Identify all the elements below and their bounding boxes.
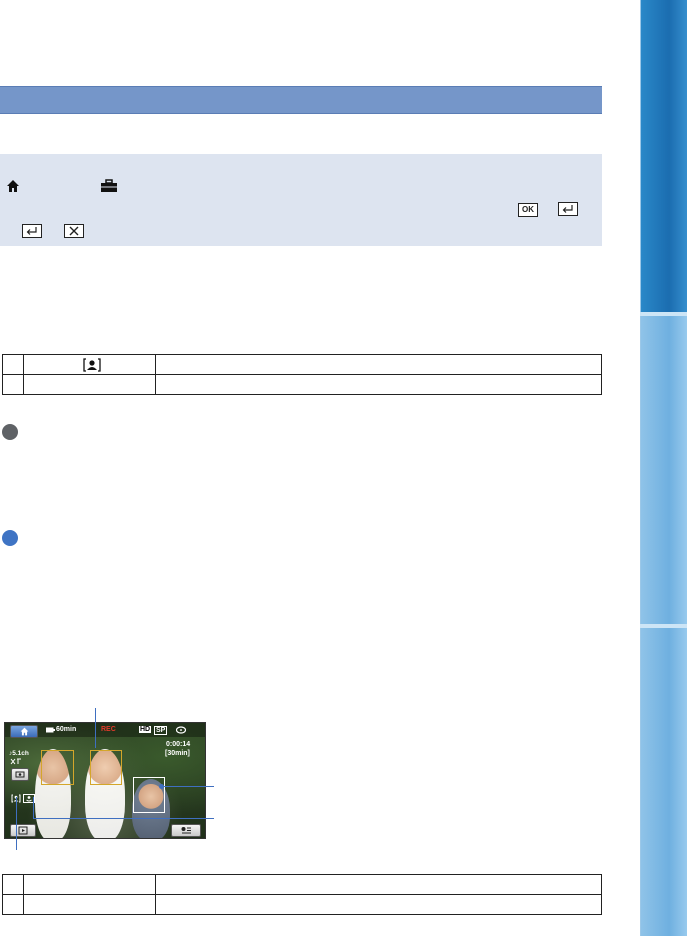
mic-icon — [10, 758, 21, 765]
table-cell-desc — [155, 374, 602, 395]
section-header-bar — [0, 86, 602, 114]
table-cell-desc — [155, 894, 602, 915]
spec-table-2 — [2, 874, 602, 915]
battery-icon — [46, 727, 55, 733]
lcd-view-images-button[interactable] — [10, 824, 36, 837]
callout-dot — [159, 784, 164, 789]
return-icon-2 — [22, 224, 42, 238]
view-images-icon — [18, 826, 28, 835]
lcd-quality-sp: SP — [154, 726, 168, 735]
table-cell-desc — [155, 354, 602, 375]
callout-line-vertical — [33, 797, 34, 819]
face-frame-left — [41, 750, 74, 785]
tip-circle-icon — [2, 530, 18, 546]
return-icon — [558, 202, 578, 216]
table-row — [2, 354, 602, 375]
home-icon — [20, 727, 29, 736]
side-tab-troubleshooting[interactable] — [640, 316, 687, 624]
lcd-audio-label: ♪5.1ch — [9, 750, 29, 757]
callout-line-bottom — [16, 797, 17, 850]
table-cell-setting — [23, 354, 156, 375]
close-icon — [64, 224, 84, 238]
table-cell-setting — [23, 374, 156, 395]
note-circle-icon — [2, 424, 18, 440]
callout-line-right-2 — [33, 818, 214, 819]
option-icon — [181, 827, 191, 834]
lcd-timecode: 0:00:14 — [166, 741, 191, 748]
lcd-home-button[interactable] — [10, 725, 38, 738]
face-frame-priority — [133, 777, 165, 813]
menu-instruction-box: OK — [0, 154, 602, 246]
side-tab-index[interactable] — [640, 628, 687, 936]
table-cell-setting — [23, 874, 156, 895]
ok-button-icon: OK — [518, 203, 538, 217]
table-cell-desc — [155, 874, 602, 895]
callout-line-top — [95, 708, 96, 748]
table-cell-num — [2, 354, 24, 375]
table-cell-num — [2, 874, 24, 895]
table-row — [2, 374, 602, 395]
lcd-option-button[interactable] — [171, 824, 201, 837]
face-frame-center — [90, 750, 122, 785]
lcd-battery-time: 60min — [56, 726, 77, 733]
toolbox-icon — [101, 179, 117, 192]
table-cell-setting — [23, 894, 156, 915]
side-tab-contents[interactable] — [640, 0, 687, 312]
face-detection-icon — [83, 358, 101, 372]
table-row — [2, 894, 602, 915]
lcd-screenshot: 60min REC HD SP 0:00:14 [30min] ♪5.1ch — [4, 722, 206, 839]
callout-line-right-1 — [162, 786, 214, 787]
home-icon — [7, 180, 19, 192]
table-cell-num — [2, 374, 24, 395]
lcd-remaining-time: [30min] — [165, 750, 190, 757]
steadyshot-icon — [15, 771, 25, 778]
spec-table-1 — [2, 354, 602, 395]
lcd-rec-indicator: REC — [101, 726, 116, 733]
lcd-steadyshot-button[interactable] — [11, 768, 29, 781]
lcd-quality-hd: HD — [139, 726, 152, 733]
disc-icon — [176, 726, 186, 734]
table-row — [2, 874, 602, 895]
table-cell-num — [2, 894, 24, 915]
